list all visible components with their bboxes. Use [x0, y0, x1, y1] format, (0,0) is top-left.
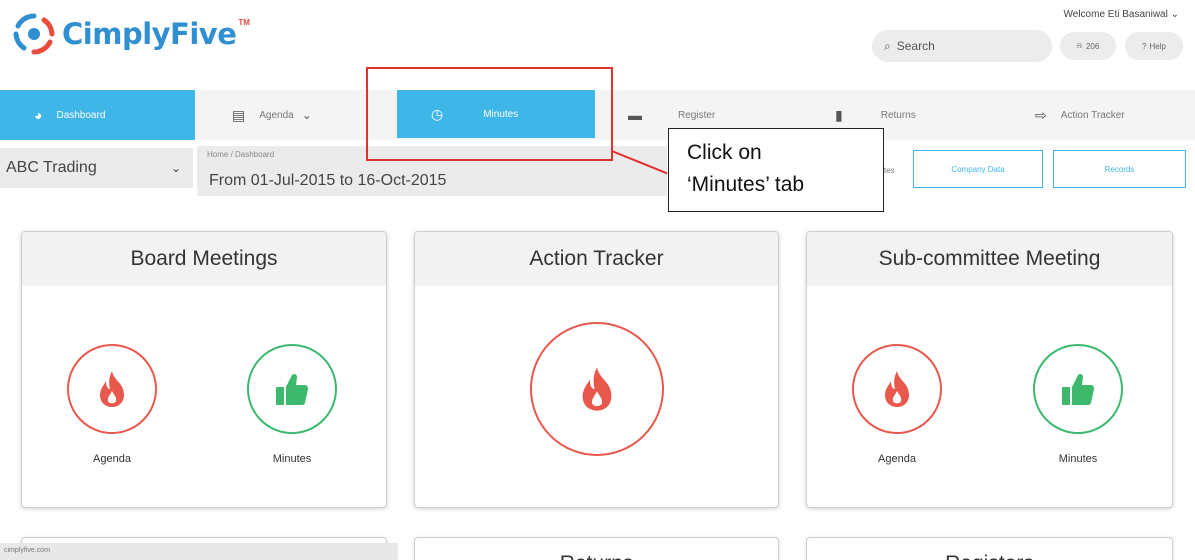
thumbs-up-icon [276, 373, 308, 405]
chevron-down-icon: ⌄ [301, 108, 312, 122]
card-title: Sub-committee Meeting [807, 232, 1172, 286]
company-select[interactable]: ABC Trading ⌄ [0, 148, 193, 188]
document-icon: ▮ [835, 106, 843, 123]
nav-tab-dashboard[interactable]: ◕ Dashboard [0, 90, 195, 140]
welcome-user-menu[interactable]: Welcome Eti Basaniwal ⌄ [1064, 9, 1179, 20]
dashboard-icon: ◕ [34, 107, 43, 123]
sub-committee-card: Sub-committee Meeting Agenda Minutes [806, 231, 1173, 508]
flame-icon [885, 371, 909, 407]
flame-icon [582, 367, 612, 411]
bell-icon: ⍾ [1076, 41, 1082, 50]
search-placeholder: Search [896, 39, 935, 53]
question-icon: ? [1142, 41, 1147, 51]
brand-logo[interactable]: CimplyFive TM [12, 12, 250, 56]
thumbs-up-icon [1062, 373, 1094, 405]
company-data-button[interactable]: Company Data [913, 150, 1043, 188]
nav-tab-label: Returns [880, 109, 916, 121]
card-title: Board Meetings [22, 232, 386, 286]
registers-card: Registers [806, 537, 1173, 560]
card-title: Action Tracker [415, 232, 778, 286]
partial-label: tes [884, 166, 895, 175]
breadcrumb[interactable]: Home / Dashboard [207, 150, 274, 159]
brand-name: CimplyFive [62, 17, 237, 51]
nav-tab-action-tracker[interactable]: ⇨ Action Tracker [1035, 90, 1125, 140]
callout-line-1: Click on [687, 141, 762, 164]
minutes-highlight-box [366, 67, 613, 161]
status-bar-url: cimplyfive.com [0, 543, 398, 560]
chevron-down-icon: ⌄ [1170, 9, 1179, 20]
chevron-down-icon: ⌄ [170, 161, 181, 175]
list-icon: ▤ [232, 106, 246, 123]
date-range: From 01-Jul-2015 to 16-Oct-2015 [209, 172, 447, 189]
nav-tab-label: Register [678, 109, 716, 121]
flame-icon [100, 371, 124, 407]
export-icon: ⇨ [1035, 106, 1047, 123]
search-input[interactable]: ⌕ Search [872, 30, 1052, 62]
help-label: Help [1149, 41, 1166, 51]
nav-tab-agenda[interactable]: ▤ Agenda ⌄ [232, 90, 312, 140]
nav-tab-label: Dashboard [56, 109, 106, 121]
board-meetings-card: Board Meetings Agenda Minutes [21, 231, 387, 508]
agenda-label: Agenda [878, 453, 916, 465]
nav-tab-label: Action Tracker [1060, 109, 1125, 121]
action-tracker-card: Action Tracker [414, 231, 779, 508]
agenda-label: Agenda [93, 453, 131, 465]
card-title: Registers [807, 552, 1172, 560]
search-icon: ⌕ [884, 38, 891, 53]
welcome-text: Welcome Eti Basaniwal [1063, 9, 1168, 20]
card-title: Returns [415, 552, 778, 560]
board-minutes-button[interactable] [247, 344, 337, 434]
minutes-label: Minutes [272, 453, 312, 465]
nav-tab-label: Agenda [259, 109, 294, 121]
brand-trademark: TM [238, 17, 250, 27]
notification-count: 206 [1085, 41, 1100, 51]
instruction-callout: Click on ‘Minutes’ tab [668, 128, 884, 212]
board-agenda-button[interactable] [67, 344, 157, 434]
subcommittee-agenda-button[interactable] [852, 344, 942, 434]
callout-line-2: ‘Minutes’ tab [687, 173, 805, 196]
action-tracker-button[interactable] [530, 322, 664, 456]
records-button[interactable]: Records [1053, 150, 1186, 188]
minutes-label: Minutes [1058, 453, 1098, 465]
notifications-button[interactable]: ⍾ 206 [1060, 32, 1116, 60]
logo-mark-icon [12, 12, 56, 56]
folder-icon: ▬ [628, 107, 642, 123]
returns-card: Returns [414, 537, 779, 560]
company-name: ABC Trading [6, 159, 97, 176]
help-button[interactable]: ? Help [1125, 32, 1183, 60]
subcommittee-minutes-button[interactable] [1033, 344, 1123, 434]
